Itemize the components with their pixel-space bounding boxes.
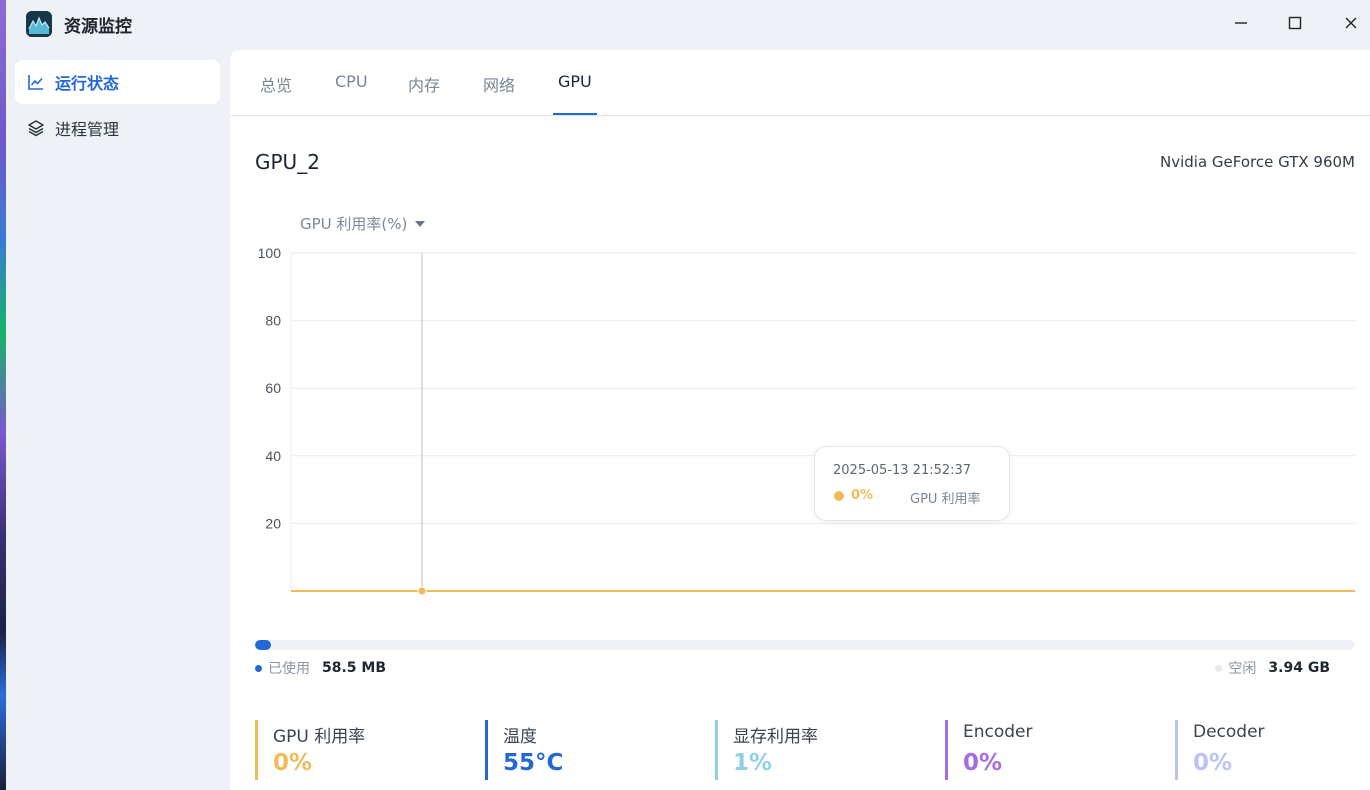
stat-color-bar — [255, 720, 258, 780]
y-tick-label: 60 — [265, 380, 281, 396]
line-chart-icon — [27, 73, 45, 91]
stat-value: 55°C — [503, 750, 564, 776]
stat-value: 1% — [733, 750, 773, 776]
metric-selector-label: GPU 利用率(%) — [300, 215, 408, 233]
stat-value: 0% — [273, 750, 313, 776]
tab-overview[interactable]: 总览 — [260, 72, 292, 96]
gpu-model: Nvidia GeForce GTX 960M — [1160, 153, 1355, 171]
sidebar-item-label: 进程管理 — [55, 120, 120, 139]
memory-free-value: 3.94 GB — [1268, 660, 1330, 676]
metric-selector[interactable]: GPU 利用率(%) — [300, 213, 426, 234]
tooltip-series-dot — [834, 491, 844, 501]
tooltip-time: 2025-05-13 21:52:37 — [833, 463, 972, 478]
stat-vram-utilization: 显存利用率 1% — [715, 720, 915, 780]
stat-temperature: 温度 55°C — [485, 720, 685, 780]
stat-label: 显存利用率 — [733, 727, 818, 747]
close-button[interactable] — [1331, 8, 1370, 38]
sidebar: 运行状态 进程管理 — [6, 48, 226, 790]
sidebar-item-label: 运行状态 — [55, 74, 120, 93]
hover-data-point — [417, 586, 427, 596]
stat-label: Decoder — [1193, 722, 1265, 742]
stat-color-bar — [1175, 720, 1178, 780]
memory-used-label: 已使用 — [268, 661, 310, 677]
stat-color-bar — [945, 720, 948, 780]
tab-gpu[interactable]: GPU — [558, 72, 592, 91]
stat-encoder: Encoder 0% — [945, 720, 1145, 780]
tab-network[interactable]: 网络 — [483, 72, 515, 96]
y-tick-label: 80 — [265, 313, 281, 329]
sidebar-item-status[interactable]: 运行状态 — [15, 60, 220, 104]
gpu-utilization-chart: 100 80 60 40 20 — [258, 245, 1355, 596]
memory-free-label: 空闲 — [1228, 661, 1257, 677]
tooltip-value: 0% — [851, 488, 874, 503]
stat-gpu-utilization: GPU 利用率 0% — [255, 720, 455, 780]
close-icon — [1345, 17, 1357, 29]
resource-monitor-app-icon — [26, 11, 52, 37]
sidebar-item-processes[interactable]: 进程管理 — [15, 106, 220, 150]
free-dot — [1215, 664, 1223, 672]
maximize-button[interactable] — [1275, 8, 1315, 38]
title-bar: 资源监控 — [6, 0, 1370, 48]
stat-label: 温度 — [503, 727, 537, 747]
memory-used-value: 58.5 MB — [322, 660, 387, 676]
stat-decoder: Decoder 0% — [1175, 720, 1370, 780]
stat-color-bar — [485, 720, 488, 780]
stat-label: GPU 利用率 — [273, 727, 366, 747]
stat-value: 0% — [1193, 750, 1233, 776]
tab-memory[interactable]: 内存 — [408, 72, 440, 96]
stat-value: 0% — [963, 750, 1003, 776]
chart-tooltip: 2025-05-13 21:52:37 0% GPU 利用率 — [814, 446, 1010, 521]
gpu-name: GPU_2 — [255, 150, 320, 174]
main-panel: 总览 CPU 内存 网络 GPU GPU_2 Nvidia GeForce GT… — [230, 50, 1370, 790]
memory-used: 已使用 58.5 MB — [255, 658, 386, 678]
stat-color-bar — [715, 720, 718, 780]
stat-label: Encoder — [963, 722, 1033, 742]
memory-usage-bar — [255, 640, 1355, 650]
app-title: 资源监控 — [64, 17, 132, 37]
maximize-icon — [1288, 16, 1302, 30]
minimize-button[interactable] — [1221, 8, 1261, 38]
active-tab-indicator — [553, 113, 597, 115]
caret-down-icon — [415, 220, 426, 227]
used-dot — [255, 664, 262, 672]
tab-bar: 总览 CPU 内存 网络 GPU — [230, 50, 1370, 116]
tooltip-series-name: GPU 利用率 — [910, 492, 981, 507]
memory-usage-fill — [255, 640, 271, 650]
y-tick-label: 20 — [265, 515, 281, 531]
memory-free: 空闲 3.94 GB — [1215, 658, 1330, 678]
tab-cpu[interactable]: CPU — [335, 72, 368, 91]
y-tick-label: 40 — [265, 448, 281, 464]
minimize-icon — [1235, 22, 1247, 24]
layers-icon — [27, 119, 45, 137]
y-tick-label: 100 — [258, 245, 282, 261]
